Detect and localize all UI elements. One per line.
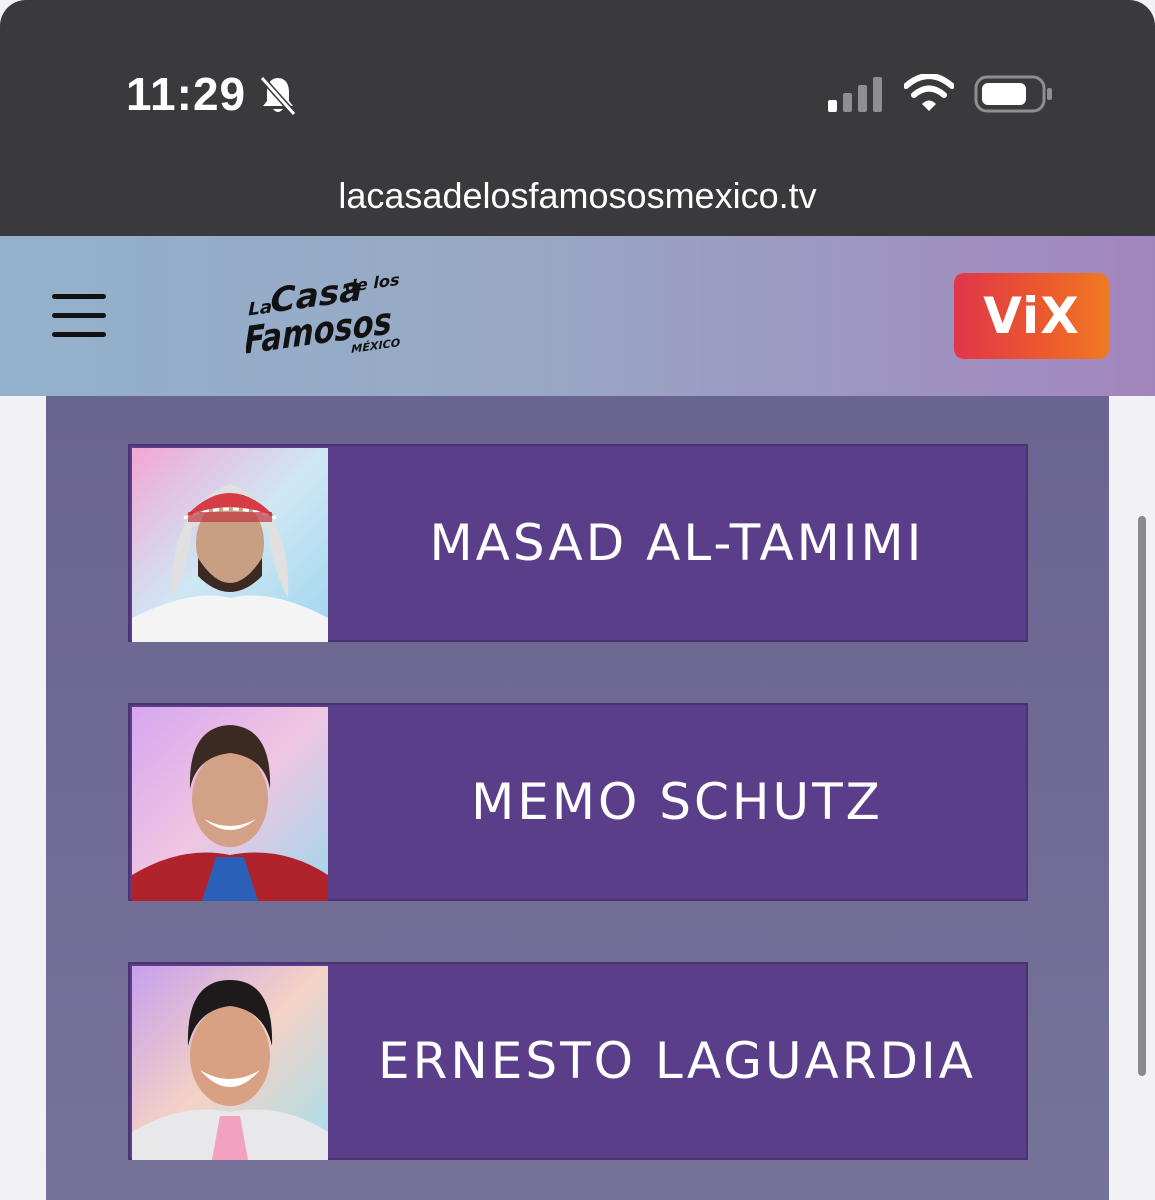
silent-bell-icon [259,76,297,116]
contestant-card[interactable]: ERNESTO LAGUARDIA [128,962,1028,1160]
contestant-card[interactable]: MASAD AL-TAMIMI [128,444,1028,642]
contestant-photo [132,448,328,642]
contestant-card[interactable]: MEMO SCHUTZ [128,703,1028,901]
vix-button[interactable]: ViX [954,273,1109,359]
contestant-name: MASAD AL-TAMIMI [429,514,925,572]
hamburger-menu-icon[interactable] [52,294,106,338]
contestant-name: ERNESTO LAGUARDIA [378,1032,976,1090]
contestant-photo [132,707,328,901]
address-bar-url[interactable]: lacasadelosfamososmexico.tv [0,176,1155,216]
cell-signal-icon [828,77,882,112]
browser-chrome: 11:29 lacasadelosfamososmexico.tv [0,0,1155,236]
contestant-photo [132,966,328,1160]
show-logo[interactable]: La Casa de los Famosos MÉXICO [246,266,402,366]
battery-icon [974,75,1052,113]
wifi-icon [904,74,954,111]
contestant-name: MEMO SCHUTZ [471,773,883,831]
status-time: 11:29 [126,68,247,120]
page-scrollbar[interactable] [1138,516,1146,1076]
